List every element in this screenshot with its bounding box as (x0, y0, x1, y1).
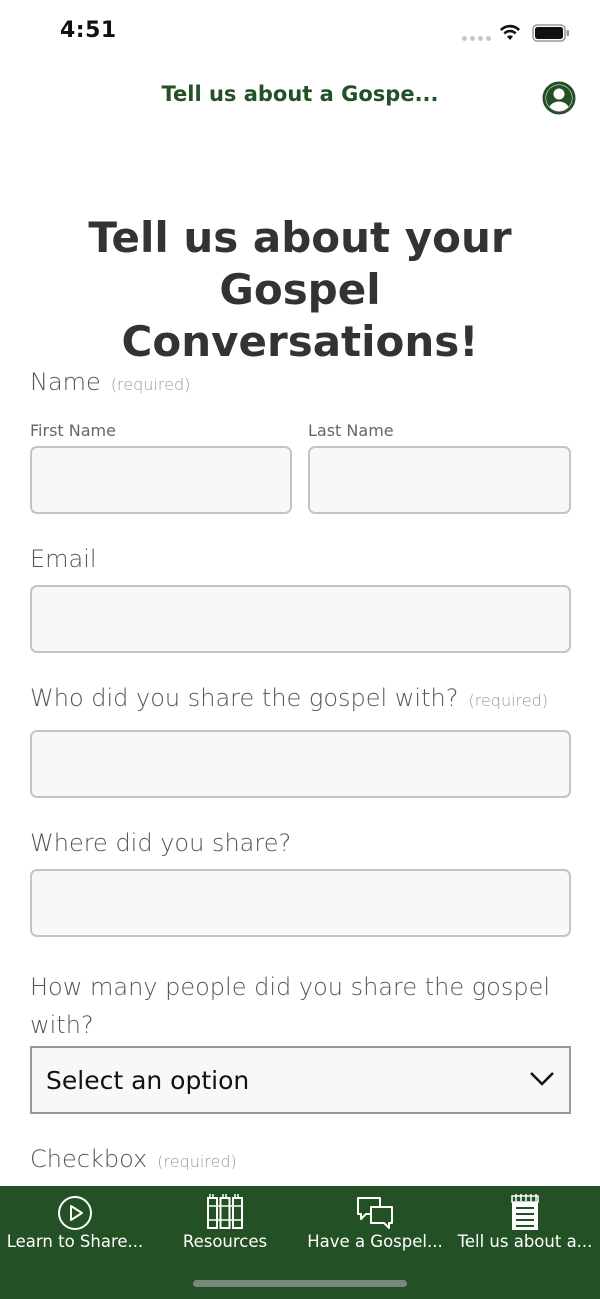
nav-title: Tell us about a Gospe... (161, 82, 439, 106)
first-name-label: First Name (30, 421, 116, 440)
last-name-label: Last Name (308, 421, 394, 440)
last-name-field[interactable] (308, 446, 571, 514)
checkbox-required-note: (required) (157, 1152, 237, 1171)
page-title-line1: Tell us about your Gospel (88, 213, 512, 314)
where-label: Where did you share? (30, 829, 292, 857)
play-circle-icon (58, 1196, 92, 1230)
notepad-icon (511, 1194, 539, 1230)
tab-label: Learn to Share... (6, 1232, 144, 1251)
who-required-note: (required) (468, 691, 548, 710)
chat-bubbles-icon (357, 1197, 393, 1229)
status-time: 4:51 (60, 18, 117, 43)
who-label: Who did you share the gospel with? (requi… (30, 684, 548, 712)
tab-resources[interactable]: Resources (150, 1186, 300, 1266)
name-label: Name (required) (30, 368, 190, 396)
status-bar: 4:51 (0, 0, 600, 66)
how-many-select[interactable]: Select an option (30, 1046, 571, 1114)
page-title: Tell us about your Gospel Conversations! (20, 212, 580, 368)
who-field[interactable] (30, 730, 571, 798)
who-label-text: Who did you share the gospel with? (30, 684, 459, 712)
how-many-selected-value: Select an option (46, 1066, 250, 1095)
how-many-label-line2: with? (30, 1011, 94, 1039)
tab-learn-to-share[interactable]: Learn to Share... (0, 1186, 150, 1266)
profile-icon[interactable] (542, 81, 576, 115)
name-label-text: Name (30, 368, 101, 396)
chevron-down-icon (530, 1072, 554, 1086)
tab-label: Have a Gospel... (307, 1232, 443, 1251)
tab-have-a-gospel[interactable]: Have a Gospel... (300, 1186, 450, 1266)
books-icon (207, 1194, 243, 1229)
tab-label: Tell us about a... (457, 1232, 593, 1251)
email-label: Email (30, 545, 97, 573)
how-many-label-line1: How many people did you share the gospel (30, 973, 551, 1001)
email-field[interactable] (30, 585, 571, 653)
tab-label: Resources (182, 1232, 268, 1251)
checkbox-label-text: Checkbox (30, 1145, 148, 1173)
cellular-signal-icon (462, 36, 491, 41)
home-indicator (193, 1280, 407, 1287)
page-title-line2: Conversations! (121, 317, 479, 366)
first-name-field[interactable] (30, 446, 292, 514)
checkbox-label: Checkbox (required) (30, 1145, 237, 1173)
tab-tell-us-about[interactable]: Tell us about a... (450, 1186, 600, 1266)
where-field[interactable] (30, 869, 571, 937)
wifi-icon (500, 24, 520, 40)
how-many-label: How many people did you share the gospel… (30, 968, 550, 1044)
battery-icon (532, 24, 569, 42)
name-required-note: (required) (110, 375, 191, 394)
